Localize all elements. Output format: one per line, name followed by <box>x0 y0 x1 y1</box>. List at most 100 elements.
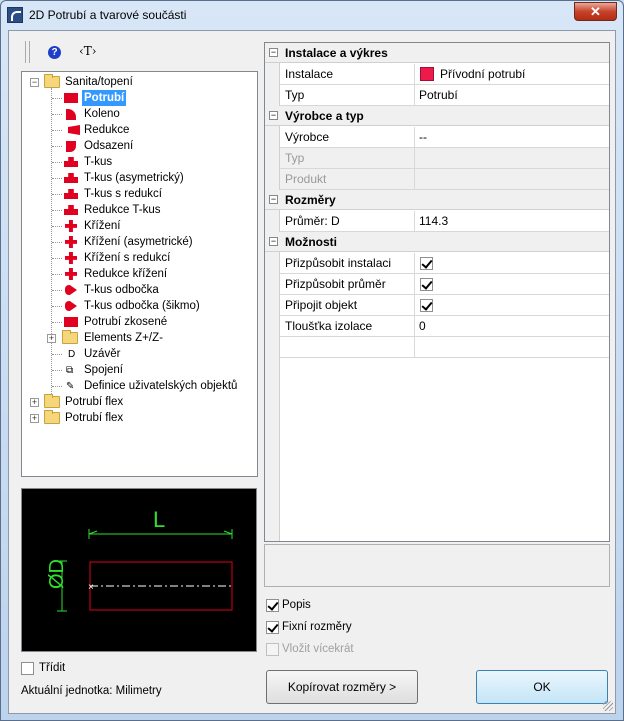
tree-label: Redukce T-kus <box>84 204 161 216</box>
prop-row-adjust-diameter[interactable]: Přizpůsobit průměr <box>280 274 609 295</box>
fixed-dimensions-checkbox[interactable] <box>266 621 279 634</box>
prop-value[interactable]: Potrubí <box>419 88 458 102</box>
expand-toggle[interactable]: + <box>30 398 39 407</box>
popis-label: Popis <box>282 599 311 611</box>
property-grid[interactable]: − Instalace a výkres Instalace Přívodní … <box>264 42 610 542</box>
prop-name: Výrobce <box>285 130 330 144</box>
tree-item[interactable]: T-kus odbočka (šikmo) <box>22 298 257 314</box>
tree-node-root[interactable]: − Sanita/topení <box>22 74 257 90</box>
tree-label: T-kus <box>84 156 113 168</box>
tree-node-flex[interactable]: + Potrubí flex <box>22 394 257 410</box>
svg-text:×: × <box>88 582 94 593</box>
toolbar-grip[interactable] <box>25 41 30 63</box>
copy-dimensions-button[interactable]: Kopírovat rozměry > <box>266 670 418 704</box>
tree-item-potrubi[interactable]: Potrubí <box>22 90 257 106</box>
tree-item[interactable]: T-kus odbočka <box>22 282 257 298</box>
expand-toggle[interactable]: + <box>47 334 56 343</box>
prop-row-vyrobce[interactable]: Výrobce -- <box>280 127 609 148</box>
current-unit-text: Aktuální jednotka: Milimetry <box>21 685 162 697</box>
prop-row-diameter[interactable]: Průměr: D 114.3 <box>280 211 609 232</box>
tree-label: T-kus odbočka (šikmo) <box>84 300 200 312</box>
tree-item[interactable]: D Uzávěr <box>22 346 257 362</box>
sort-label: Třídit <box>39 662 66 674</box>
prop-row-instalace[interactable]: Instalace Přívodní potrubí <box>280 64 609 85</box>
tree-item[interactable]: Potrubí zkosené <box>22 314 257 330</box>
fixed-dimensions-label: Fixní rozměry <box>282 621 352 633</box>
collapse-toggle[interactable]: − <box>269 111 278 120</box>
tree-item[interactable]: T-kus s redukcí <box>22 186 257 202</box>
collapse-toggle[interactable]: − <box>269 48 278 57</box>
object-tree[interactable]: − Sanita/topení Potrubí Koleno Redukce O… <box>21 71 258 477</box>
folder-icon <box>62 330 78 344</box>
tree-item[interactable]: Redukce <box>22 122 257 138</box>
prop-row-typ-disabled: Typ <box>280 148 609 169</box>
tree-node-flex[interactable]: + Potrubí flex <box>22 410 257 426</box>
prop-checkbox[interactable] <box>420 257 433 270</box>
tree-label: Elements Z+/Z- <box>84 332 163 344</box>
tree-label: Potrubí flex <box>65 396 124 408</box>
tree-toolbar: ? ‹T› <box>21 39 251 65</box>
tree-label: Křížení s redukcí <box>84 252 171 264</box>
prop-value[interactable]: -- <box>419 130 427 144</box>
ok-button[interactable]: OK <box>476 670 608 704</box>
branch-icon <box>65 285 77 295</box>
text-tag-icon[interactable]: ‹T› <box>79 44 97 58</box>
prop-row-typ[interactable]: Typ Potrubí <box>280 85 609 106</box>
prop-value[interactable]: 0 <box>419 319 426 333</box>
tree-node-elements[interactable]: + Elements Z+/Z- <box>22 330 257 346</box>
installation-color-swatch <box>420 67 434 81</box>
resize-grip[interactable] <box>603 701 613 711</box>
category-options[interactable]: − Možnosti <box>265 232 609 252</box>
category-installation[interactable]: − Instalace a výkres <box>265 43 609 63</box>
prop-value[interactable]: 114.3 <box>419 214 448 228</box>
folder-icon <box>44 74 60 88</box>
user-object-icon: ✎ <box>66 381 75 392</box>
title-bar[interactable]: 2D Potrubí a tvarové součásti ✕ <box>1 1 623 29</box>
category-title: Instalace a výkres <box>285 46 388 60</box>
tree-item[interactable]: Koleno <box>22 106 257 122</box>
prop-name: Přizpůsobit průměr <box>285 277 386 291</box>
tree-label: Potrubí flex <box>65 412 124 424</box>
tree-item[interactable]: Redukce T-kus <box>22 202 257 218</box>
prop-row-produkt: Produkt <box>280 169 609 190</box>
prop-row-insulation[interactable]: Tloušťka izolace 0 <box>280 316 609 337</box>
tree-item[interactable]: ⧉ Spojení <box>22 362 257 378</box>
collapse-toggle[interactable]: − <box>269 195 278 204</box>
prop-name: Průměr: D <box>285 214 340 228</box>
collapse-toggle[interactable]: − <box>30 78 39 87</box>
category-dimensions[interactable]: − Rozměry <box>265 190 609 210</box>
collapse-toggle[interactable]: − <box>269 237 278 246</box>
folder-icon <box>44 394 60 408</box>
tree-item[interactable]: Redukce křížení <box>22 266 257 282</box>
pipe-preview-drawing: L ØD × <box>46 507 233 612</box>
tree-item[interactable]: T-kus <box>22 154 257 170</box>
sort-checkbox[interactable] <box>21 662 34 675</box>
close-button[interactable]: ✕ <box>574 2 617 21</box>
help-icon[interactable]: ? <box>48 46 61 59</box>
prop-row-empty[interactable] <box>280 337 609 358</box>
cross-icon <box>65 252 77 264</box>
popis-checkbox[interactable] <box>266 599 279 612</box>
prop-value[interactable]: Přívodní potrubí <box>440 67 525 81</box>
prop-checkbox[interactable] <box>420 299 433 312</box>
tree-item[interactable]: T-kus (asymetrický) <box>22 170 257 186</box>
tree-item[interactable]: Křížení s redukcí <box>22 250 257 266</box>
expand-toggle[interactable]: + <box>30 414 39 423</box>
tree-item[interactable]: Odsazení <box>22 138 257 154</box>
cross-icon <box>65 236 77 248</box>
branch-icon <box>65 301 77 311</box>
tree-item[interactable]: Křížení (asymetrické) <box>22 234 257 250</box>
prop-row-adjust-installation[interactable]: Přizpůsobit instalaci <box>280 253 609 274</box>
pipe-icon <box>64 93 78 103</box>
prop-row-connect-object[interactable]: Připojit objekt <box>280 295 609 316</box>
tree-item[interactable]: ✎ Definice uživatelských objektů <box>22 378 257 394</box>
tree-item[interactable]: Křížení <box>22 218 257 234</box>
category-manufacturer[interactable]: − Výrobce a typ <box>265 106 609 126</box>
tree-label: Uzávěr <box>84 348 121 360</box>
tree-label: T-kus s redukcí <box>84 188 162 200</box>
pipe-icon <box>64 317 78 327</box>
prop-checkbox[interactable] <box>420 278 433 291</box>
preview-canvas: L ØD × <box>21 488 257 652</box>
prop-name: Tloušťka izolace <box>285 319 373 333</box>
insert-multiple-label: Vložit vícekrát <box>282 643 354 655</box>
